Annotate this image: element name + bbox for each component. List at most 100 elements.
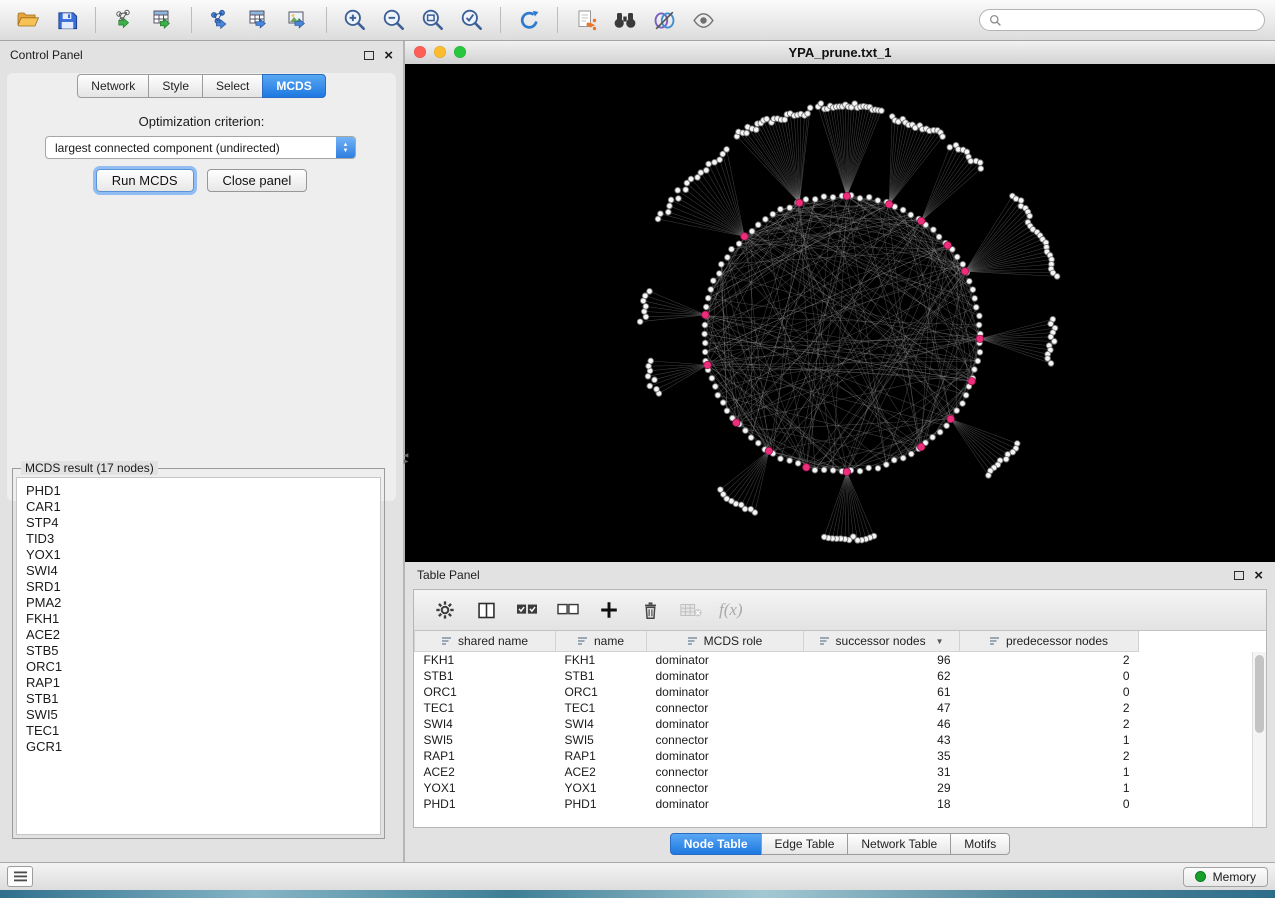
table-scrollbar-thumb[interactable] — [1255, 655, 1264, 733]
mcds-result-item[interactable]: SWI5 — [17, 707, 380, 723]
mcds-result-item[interactable]: RAP1 — [17, 675, 380, 691]
network-window-title: YPA_prune.txt_1 — [405, 45, 1275, 60]
float-panel-icon[interactable] — [364, 51, 374, 60]
splitter-handle[interactable]: ◀▶ — [402, 448, 410, 470]
table-row[interactable]: ACE2ACE2connector311 — [415, 764, 1139, 780]
mcds-result-item[interactable]: STB1 — [17, 691, 380, 707]
table-scrollbar[interactable] — [1252, 652, 1266, 827]
mcds-result-item[interactable]: ACE2 — [17, 627, 380, 643]
column-header-shared-name[interactable]: shared name — [415, 631, 556, 652]
table-cell: 46 — [804, 716, 960, 732]
table-row[interactable]: RAP1RAP1dominator352 — [415, 748, 1139, 764]
mcds-result-item[interactable]: TEC1 — [17, 723, 380, 739]
search-icon — [989, 14, 1002, 27]
close-panel-icon[interactable]: × — [384, 48, 393, 63]
column-header-successor-nodes[interactable]: successor nodes▼ — [804, 631, 960, 652]
set-operations-button[interactable] — [646, 4, 682, 36]
zoom-in-button[interactable] — [337, 4, 373, 36]
mcds-result-item[interactable]: PHD1 — [17, 483, 380, 499]
run-mcds-button[interactable]: Run MCDS — [96, 169, 194, 192]
show-columns-button[interactable] — [473, 597, 499, 623]
export-image-button[interactable] — [280, 4, 316, 36]
table-settings-button[interactable] — [432, 597, 458, 623]
network-canvas[interactable] — [405, 64, 1275, 562]
zoom-fit-button[interactable] — [415, 4, 451, 36]
table-row[interactable]: STB1STB1dominator620 — [415, 668, 1139, 684]
export-network-button[interactable] — [202, 4, 238, 36]
zoom-out-button[interactable] — [376, 4, 412, 36]
criterion-dropdown[interactable]: largest connected component (undirected)… — [45, 136, 356, 159]
network-view[interactable] — [405, 64, 1275, 562]
table-cell: SWI5 — [556, 732, 647, 748]
column-header-mcds-role[interactable]: MCDS role — [647, 631, 804, 652]
toolbar-separator — [95, 7, 96, 33]
float-table-panel-icon[interactable] — [1234, 571, 1244, 580]
tab-network[interactable]: Network — [77, 74, 149, 98]
add-column-button[interactable] — [596, 597, 622, 623]
zoom-selected-button[interactable] — [454, 4, 490, 36]
tab-network-table[interactable]: Network Table — [847, 833, 951, 855]
mcds-result-item[interactable]: PMA2 — [17, 595, 380, 611]
mcds-result-item[interactable]: SRD1 — [17, 579, 380, 595]
import-network-button[interactable] — [106, 4, 142, 36]
table-row[interactable]: ORC1ORC1dominator610 — [415, 684, 1139, 700]
show-hide-button[interactable] — [685, 4, 721, 36]
close-panel-button[interactable]: Close panel — [207, 169, 308, 192]
table-row[interactable]: SWI4SWI4dominator462 — [415, 716, 1139, 732]
save-session-button[interactable] — [49, 4, 85, 36]
binoculars-icon — [611, 8, 639, 32]
refresh-layout-button[interactable] — [511, 4, 547, 36]
optimization-criterion-label: Optimization criterion: — [0, 114, 403, 129]
select-all-rows-button[interactable] — [514, 597, 540, 623]
tab-edge-table[interactable]: Edge Table — [761, 833, 849, 855]
mcds-result-item[interactable]: STP4 — [17, 515, 380, 531]
table-row[interactable]: FKH1FKH1dominator962 — [415, 652, 1139, 669]
memory-button[interactable]: Memory — [1183, 867, 1268, 887]
import-table-button[interactable] — [145, 4, 181, 36]
list-icon — [14, 871, 27, 882]
search-network-button[interactable] — [607, 4, 643, 36]
column-type-icon — [578, 636, 588, 646]
table-row[interactable]: SWI5SWI5connector431 — [415, 732, 1139, 748]
tab-style[interactable]: Style — [148, 74, 203, 98]
memory-label: Memory — [1213, 870, 1256, 884]
share-document-button[interactable] — [568, 4, 604, 36]
column-type-icon — [990, 636, 1000, 646]
window-close-button[interactable] — [414, 46, 426, 58]
table-cell: connector — [647, 732, 804, 748]
window-minimize-button[interactable] — [434, 46, 446, 58]
export-table-button[interactable] — [241, 4, 277, 36]
zoom-selected-icon — [459, 7, 485, 33]
column-header-predecessor-nodes[interactable]: predecessor nodes — [960, 631, 1139, 652]
mcds-result-item[interactable]: GCR1 — [17, 739, 380, 755]
table-row[interactable]: TEC1TEC1connector472 — [415, 700, 1139, 716]
mcds-result-item[interactable]: FKH1 — [17, 611, 380, 627]
table-cell: 2 — [960, 652, 1139, 669]
table-row[interactable]: PHD1PHD1dominator180 — [415, 796, 1139, 812]
tab-select[interactable]: Select — [202, 74, 263, 98]
close-table-panel-icon[interactable]: × — [1254, 568, 1263, 583]
mcds-result-item[interactable]: TID3 — [17, 531, 380, 547]
mcds-result-list[interactable]: PHD1CAR1STP4TID3YOX1SWI4SRD1PMA2FKH1ACE2… — [16, 477, 381, 835]
tab-motifs[interactable]: Motifs — [950, 833, 1010, 855]
mcds-result-item[interactable]: YOX1 — [17, 547, 380, 563]
network-titlebar[interactable]: YPA_prune.txt_1 — [405, 41, 1275, 65]
toolbar-separator — [191, 7, 192, 33]
mcds-result-item[interactable]: ORC1 — [17, 659, 380, 675]
table-row[interactable]: YOX1YOX1connector291 — [415, 780, 1139, 796]
deselect-all-rows-button[interactable] — [555, 597, 581, 623]
mcds-result-item[interactable]: SWI4 — [17, 563, 380, 579]
window-zoom-button[interactable] — [454, 46, 466, 58]
mcds-result-group: MCDS result (17 nodes) PHD1CAR1STP4TID3Y… — [12, 468, 385, 839]
table-cell: dominator — [647, 716, 804, 732]
search-input[interactable] — [1008, 12, 1255, 28]
tab-node-table[interactable]: Node Table — [670, 833, 762, 855]
column-header-name[interactable]: name — [556, 631, 647, 652]
panel-menu-button[interactable] — [7, 866, 33, 887]
delete-column-button[interactable] — [637, 597, 663, 623]
tab-mcds[interactable]: MCDS — [262, 74, 325, 98]
open-session-button[interactable] — [10, 4, 46, 36]
mcds-result-item[interactable]: CAR1 — [17, 499, 380, 515]
mcds-result-item[interactable]: STB5 — [17, 643, 380, 659]
toolbar-search-field[interactable] — [979, 9, 1265, 31]
